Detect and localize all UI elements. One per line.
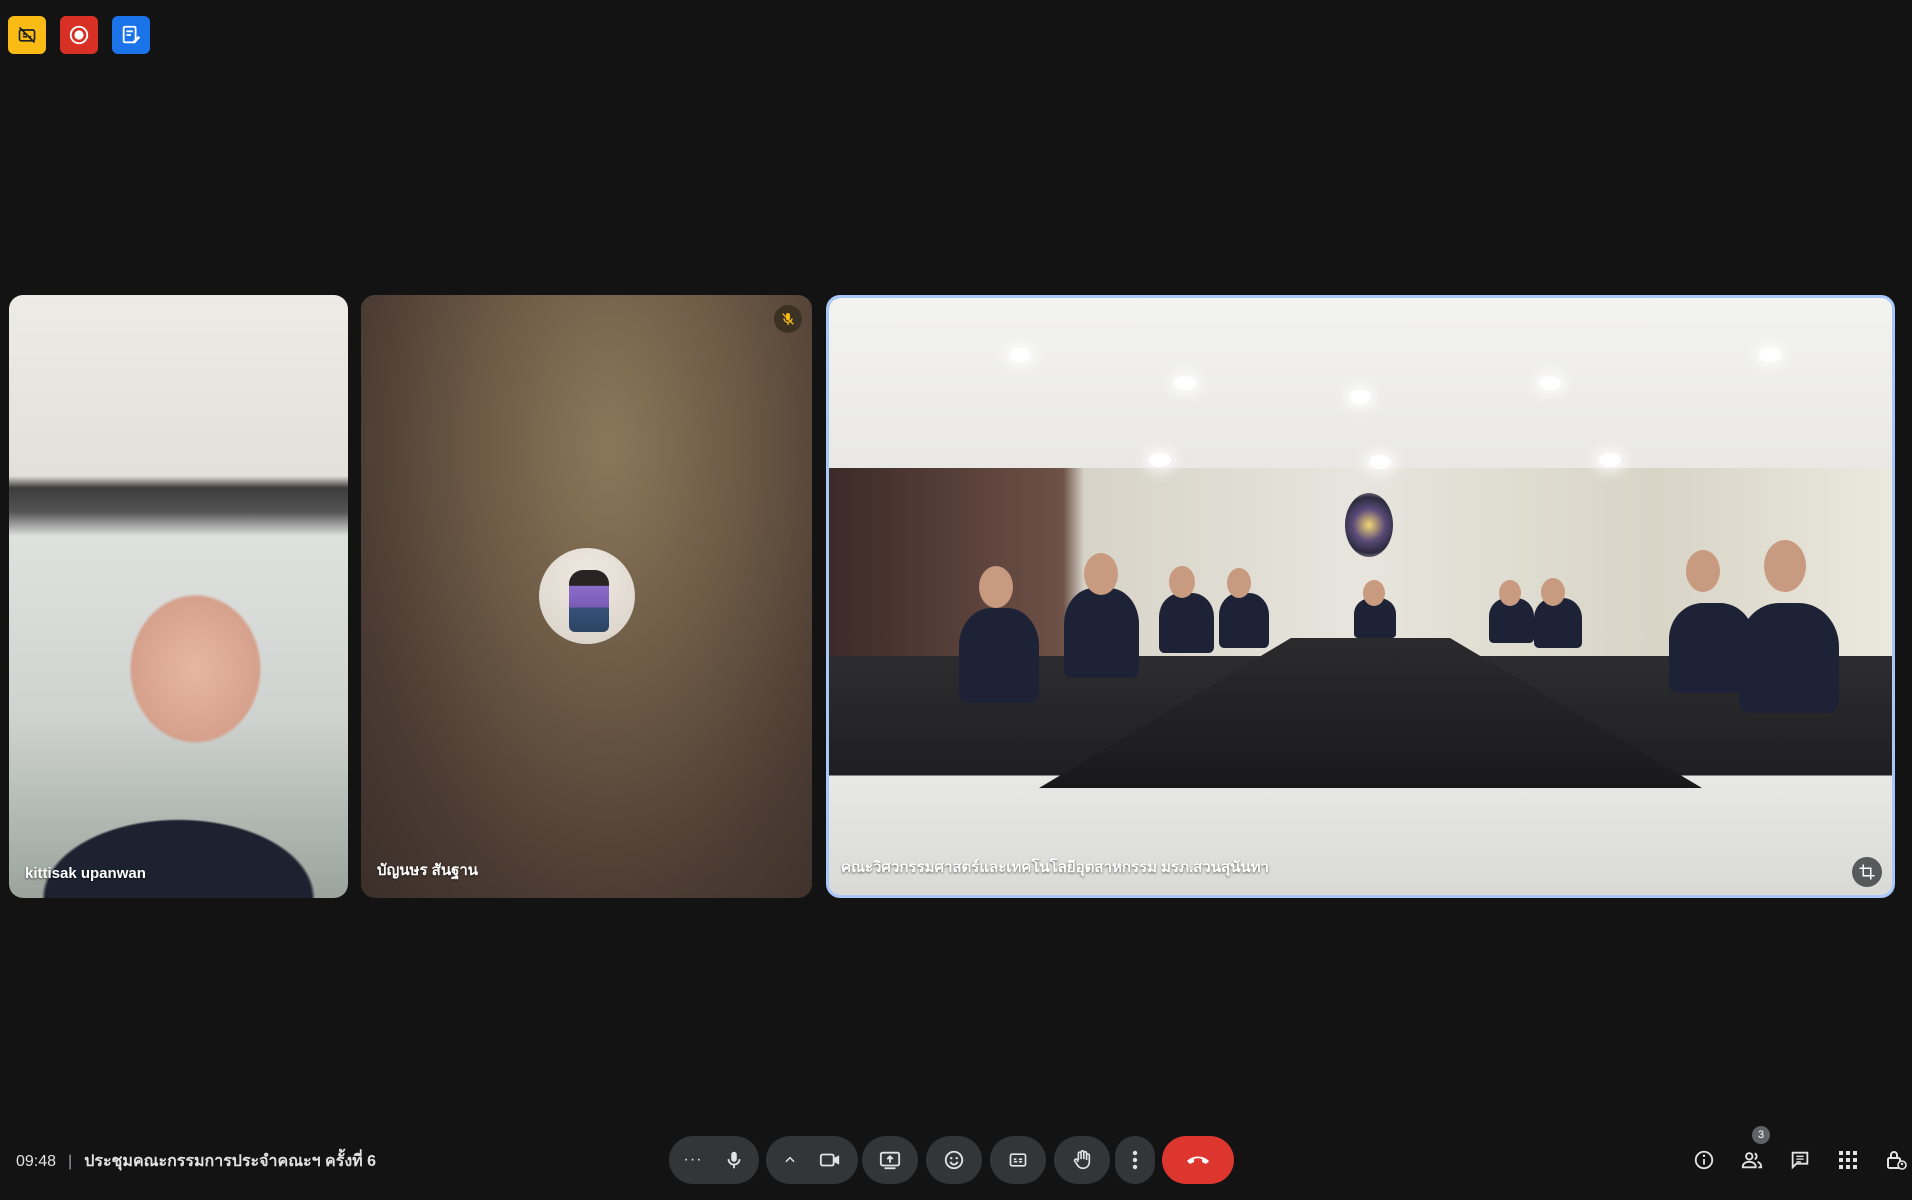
captions-button[interactable] [990,1136,1046,1184]
muted-mic-icon [774,305,802,333]
people-button[interactable]: 3 [1730,1126,1774,1184]
participant-tile-2[interactable]: บัญนษร สันฐาน [361,295,812,898]
microphone-icon [723,1149,745,1171]
participant-name: บัญนษร สันฐาน [377,862,479,879]
room-ceiling [829,298,1892,469]
raise-hand-button[interactable] [1054,1136,1110,1184]
call-controls: ··· [0,1136,1912,1184]
notes-indicator[interactable] [112,16,150,54]
captions-icon [1007,1150,1029,1170]
activities-icon [1838,1150,1858,1170]
more-options-icon: ··· [683,1151,703,1168]
participant-name: kittisak upanwan [25,865,146,882]
people-icon [1740,1149,1764,1171]
chevron-up-icon [783,1153,797,1167]
participant-count-badge: 3 [1752,1126,1770,1144]
recording-indicator[interactable] [60,16,98,54]
meeting-details-button[interactable] [1682,1136,1726,1184]
chat-button[interactable] [1778,1136,1822,1184]
more-options-button[interactable] [1115,1136,1155,1184]
host-controls-icon [1884,1148,1908,1172]
participant-tile-3-active-speaker[interactable]: คณะวิศวกรรมศาสตร์และเทคโนโลยีอุตสาหกรรม … [826,295,1895,898]
university-seal [1345,493,1393,557]
participant-name: คณะวิศวกรรมศาสตร์และเทคโนโลยีอุตสาหกรรม … [841,859,1269,876]
captions-off-indicator[interactable] [8,16,46,54]
leave-call-button[interactable] [1162,1136,1234,1184]
captions-off-icon [17,25,37,45]
emoji-icon [943,1149,965,1171]
chat-icon [1789,1149,1811,1171]
host-controls-button[interactable] [1874,1136,1912,1184]
present-screen-button[interactable] [862,1136,918,1184]
recording-icon [68,24,90,46]
participant-avatar [539,548,635,644]
participant-tile-1[interactable]: kittisak upanwan [9,295,348,898]
microphone-button[interactable] [706,1136,762,1184]
side-panel-controls: 3 [1682,1126,1912,1184]
emoji-reactions-button[interactable] [926,1136,982,1184]
present-screen-icon [878,1149,902,1171]
raise-hand-icon [1071,1148,1093,1172]
frame-crop-icon[interactable] [1852,857,1882,887]
end-call-icon [1185,1153,1211,1167]
notes-icon [120,24,142,46]
more-vert-icon [1132,1150,1138,1170]
activities-button[interactable] [1826,1136,1870,1184]
camera-button[interactable] [802,1136,858,1184]
camera-icon [818,1149,842,1171]
status-indicators [8,16,150,54]
info-icon [1693,1149,1715,1171]
